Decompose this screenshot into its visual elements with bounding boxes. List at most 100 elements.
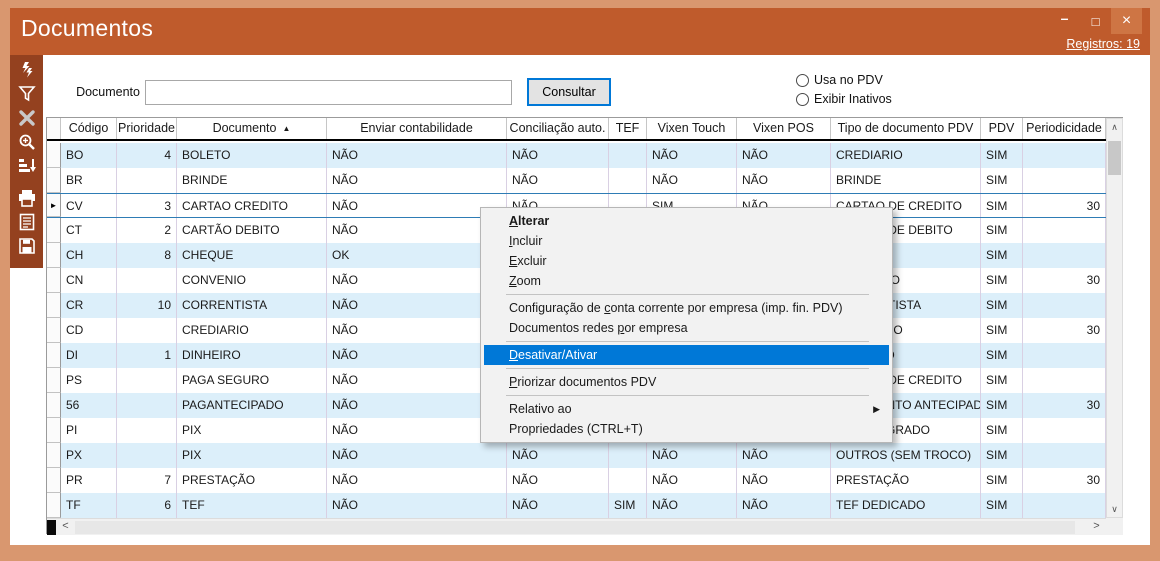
print-button[interactable] (14, 188, 40, 212)
cell[interactable]: PX (61, 443, 117, 468)
row-header[interactable] (47, 393, 61, 418)
cell[interactable]: DINHEIRO (177, 343, 327, 368)
table-row[interactable]: PR7PRESTAÇÃONÃONÃONÃONÃOPRESTAÇÃOSIM30 (47, 468, 1106, 493)
cell[interactable] (117, 393, 177, 418)
cell[interactable]: 7 (117, 468, 177, 493)
cell[interactable]: 8 (117, 243, 177, 268)
cell[interactable]: PI (61, 418, 117, 443)
cell[interactable]: CH (61, 243, 117, 268)
cell[interactable] (117, 268, 177, 293)
registros-link[interactable]: Registros: 19 (1066, 37, 1140, 51)
cell[interactable] (1023, 343, 1106, 368)
cell[interactable]: BRINDE (177, 168, 327, 193)
cell[interactable]: CREDIARIO (177, 318, 327, 343)
document-search-input[interactable] (145, 80, 512, 105)
cell[interactable]: NÃO (327, 443, 507, 468)
cell[interactable]: CD (61, 318, 117, 343)
cell[interactable]: CV (61, 194, 117, 217)
cell[interactable]: SIM (981, 318, 1023, 343)
cell[interactable]: SIM (981, 143, 1023, 168)
column-header[interactable]: Enviar contabilidade (327, 118, 507, 139)
cell[interactable] (609, 168, 647, 193)
cell[interactable]: 30 (1023, 268, 1106, 293)
cell[interactable] (1023, 368, 1106, 393)
cell[interactable]: PAGANTECIPADO (177, 393, 327, 418)
context-menu-item[interactable]: Alterar (481, 211, 892, 231)
zoom-button[interactable] (14, 132, 40, 156)
cell[interactable]: BR (61, 168, 117, 193)
cell[interactable]: TF (61, 493, 117, 518)
cell[interactable]: PIX (177, 443, 327, 468)
context-menu-item[interactable]: Configuração de conta corrente por empre… (481, 298, 892, 318)
cell[interactable]: SIM (981, 243, 1023, 268)
cell[interactable]: 6 (117, 493, 177, 518)
radio-usa-no-pdv[interactable]: Usa no PDV (796, 71, 892, 89)
scroll-up-arrow-icon[interactable]: ∧ (1107, 119, 1122, 135)
row-header[interactable] (47, 168, 61, 193)
cell[interactable]: CHEQUE (177, 243, 327, 268)
cell[interactable]: SIM (981, 218, 1023, 243)
cell[interactable]: NÃO (647, 493, 737, 518)
filter-button[interactable] (14, 84, 40, 108)
maximize-button[interactable]: □ (1080, 8, 1111, 34)
table-row[interactable]: BO4BOLETONÃONÃONÃONÃOCREDIARIOSIM (47, 143, 1106, 168)
cell[interactable]: NÃO (327, 493, 507, 518)
cell[interactable] (1023, 493, 1106, 518)
column-header[interactable]: Periodicidade (1023, 118, 1106, 139)
cell[interactable]: CONVENIO (177, 268, 327, 293)
cell[interactable]: PAGA SEGURO (177, 368, 327, 393)
cell[interactable]: SIM (981, 268, 1023, 293)
cell[interactable]: SIM (609, 493, 647, 518)
context-menu-item[interactable]: Propriedades (CTRL+T) (481, 419, 892, 439)
cell[interactable]: NÃO (647, 168, 737, 193)
column-header[interactable]: Vixen Touch (647, 118, 737, 139)
titlebar[interactable]: Documentos – □ × Registros: 19 (10, 8, 1150, 55)
cell[interactable]: DI (61, 343, 117, 368)
cell[interactable] (609, 443, 647, 468)
cell[interactable]: SIM (981, 493, 1023, 518)
row-header[interactable] (47, 493, 61, 518)
cell[interactable]: SIM (981, 468, 1023, 493)
scroll-right-arrow-icon[interactable]: > (1089, 519, 1104, 535)
cell[interactable] (1023, 168, 1106, 193)
cell[interactable]: SIM (981, 368, 1023, 393)
cell[interactable]: NÃO (327, 168, 507, 193)
cell[interactable]: 10 (117, 293, 177, 318)
cell[interactable]: CT (61, 218, 117, 243)
cell[interactable]: SIM (981, 343, 1023, 368)
row-header[interactable] (47, 368, 61, 393)
cell[interactable]: NÃO (327, 143, 507, 168)
cell[interactable] (609, 468, 647, 493)
cell[interactable]: NÃO (507, 443, 609, 468)
row-header[interactable] (47, 293, 61, 318)
cell[interactable]: PR (61, 468, 117, 493)
cell[interactable]: 30 (1023, 393, 1106, 418)
cell[interactable]: CR (61, 293, 117, 318)
cell[interactable]: SIM (981, 443, 1023, 468)
cell[interactable]: OUTROS (SEM TROCO) (831, 443, 981, 468)
cell[interactable]: CN (61, 268, 117, 293)
column-header[interactable]: Conciliação auto. (507, 118, 609, 139)
cell[interactable] (117, 368, 177, 393)
cell[interactable]: NÃO (507, 143, 609, 168)
cell[interactable]: NÃO (737, 468, 831, 493)
cell[interactable] (1023, 418, 1106, 443)
context-menu-item[interactable]: Documentos redes por empresa (481, 318, 892, 338)
cell[interactable]: BRINDE (831, 168, 981, 193)
radio-icon[interactable] (796, 74, 809, 87)
context-menu-item[interactable]: Zoom (481, 271, 892, 291)
sort-button[interactable] (14, 156, 40, 180)
cell[interactable]: 30 (1023, 194, 1106, 217)
cell[interactable]: NÃO (737, 443, 831, 468)
cell[interactable]: BO (61, 143, 117, 168)
row-header[interactable] (47, 418, 61, 443)
vertical-scrollbar[interactable]: ∧ ∨ (1106, 118, 1123, 518)
cell[interactable]: NÃO (507, 168, 609, 193)
cell[interactable]: PIX (177, 418, 327, 443)
save-button[interactable] (14, 236, 40, 260)
row-header[interactable]: ► (47, 194, 61, 217)
cell[interactable]: 56 (61, 393, 117, 418)
cell[interactable]: NÃO (327, 468, 507, 493)
context-menu-item[interactable]: Priorizar documentos PDV (481, 372, 892, 392)
cell[interactable]: 2 (117, 218, 177, 243)
